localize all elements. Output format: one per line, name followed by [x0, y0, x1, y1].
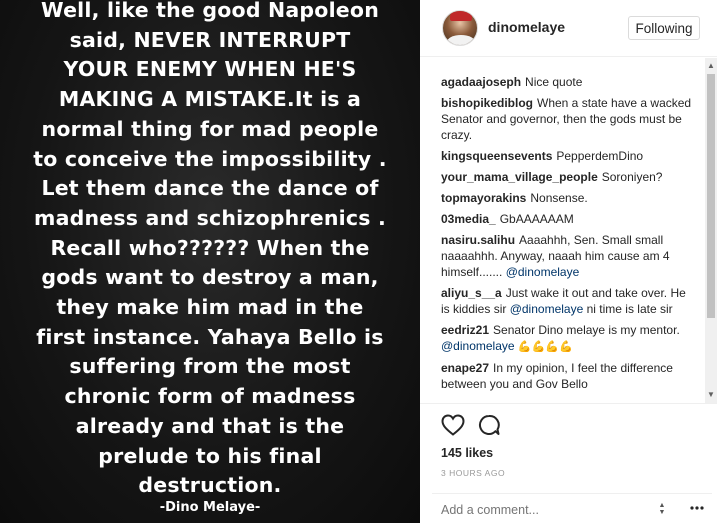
comment-text: PepperdemDino [556, 149, 644, 163]
comment-item: topmayorakins Nonsense. [441, 190, 696, 206]
username-link[interactable]: dinomelaye [488, 19, 565, 35]
resize-arrows-icon[interactable]: ▲ ▼ [657, 502, 667, 516]
post-timestamp[interactable]: 3 HOURS AGO [441, 468, 505, 478]
avatar[interactable] [442, 10, 478, 46]
comments-scrollbar[interactable]: ▲ ▼ [705, 58, 717, 403]
comment-item: eedriz21 Senator Dino melaye is my mentor… [441, 322, 696, 355]
scroll-thumb[interactable] [707, 74, 715, 318]
comment-username[interactable]: eedriz21 [441, 323, 489, 337]
comment-username[interactable]: enape27 [441, 361, 489, 375]
comment-mention-link[interactable]: @dinomelaye [441, 339, 515, 353]
comment-item: your_mama_village_people Soroniyen? [441, 169, 696, 185]
scroll-down-arrow-icon[interactable]: ▼ [705, 389, 717, 401]
scroll-up-arrow-icon[interactable]: ▲ [705, 60, 717, 72]
comment-username[interactable]: nasiru.salihu [441, 233, 515, 247]
comment-item: aliyu_s__a Just wake it out and take over… [441, 285, 696, 317]
flexed-biceps-emoji-icon: 💪💪💪💪 [517, 340, 573, 353]
comment-item: kingsqueensevents PepperdemDino [441, 148, 696, 164]
comment-text: Soroniyen? [601, 170, 663, 184]
comment-text: Nonsense. [530, 191, 588, 205]
comment-item: bishopikediblog When a state have a wacke… [441, 95, 696, 143]
comment-username[interactable]: 03media_ [441, 212, 496, 226]
comment-icon[interactable] [478, 414, 500, 436]
comment-username[interactable]: aliyu_s__a [441, 286, 502, 300]
comment-username[interactable]: bishopikediblog [441, 96, 533, 110]
comment-mention-link[interactable]: @dinomelaye [506, 265, 580, 279]
comment-username[interactable]: agadaajoseph [441, 75, 521, 89]
add-comment-input[interactable] [441, 502, 641, 518]
comment-username[interactable]: topmayorakins [441, 191, 526, 205]
comment-text: GbAAAAAAM [499, 212, 574, 226]
comment-text-after: ni time is late sir [586, 302, 673, 316]
post-image[interactable]: Well, like the good Napoleon said, NEVER… [0, 0, 420, 523]
more-options-icon[interactable] [689, 500, 705, 516]
comment-item: 03media_ GbAAAAAAM [441, 211, 696, 227]
comment-item: enape27 In my opinion, I feel the differe… [441, 360, 696, 392]
following-button[interactable]: Following [628, 16, 700, 40]
comment-username[interactable]: kingsqueensevents [441, 149, 552, 163]
quote-signature: -Dino Melaye- [159, 500, 261, 515]
heart-icon[interactable] [441, 414, 465, 436]
comment-mention-link[interactable]: @dinomelaye [510, 302, 584, 316]
comment-item: agadaajoseph Nice quote [441, 74, 696, 90]
post-actions: 145 likes 3 HOURS AGO [420, 403, 717, 493]
quote-text: Well, like the good Napoleon said, NEVER… [33, 0, 387, 498]
post-header: dinomelaye Following [420, 0, 717, 57]
comment-list: agadaajoseph Nice quote bishopikediblog Whe… [441, 74, 696, 397]
comment-username[interactable]: your_mama_village_people [441, 170, 598, 184]
add-comment-bar: ▲▼ [432, 493, 712, 523]
likes-count[interactable]: 145 likes [441, 446, 493, 460]
comment-item: nasiru.salihu Aaaahhh, Sen. Small small n… [441, 232, 696, 280]
comment-text: Nice quote [525, 75, 583, 89]
comment-text: Senator Dino melaye is my mentor. [493, 323, 680, 337]
post-details-panel: dinomelaye Following agadaajoseph Nice qu… [420, 0, 717, 523]
comments-section: agadaajoseph Nice quote bishopikediblog Whe… [420, 58, 717, 403]
